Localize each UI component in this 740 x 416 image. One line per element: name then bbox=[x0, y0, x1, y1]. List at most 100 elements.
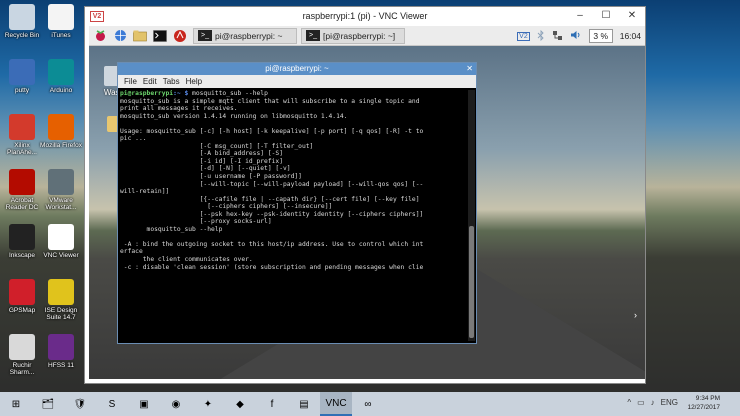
desktop-shortcut[interactable]: putty bbox=[1, 59, 43, 94]
cpu-usage-monitor: 3 % bbox=[588, 29, 613, 43]
start-button[interactable]: ⊞ bbox=[0, 392, 32, 416]
terminal-menu-bar: File Edit Tabs Help bbox=[118, 75, 476, 88]
prompt-directory: :~ $ bbox=[173, 90, 189, 97]
window-controls: – ☐ ✕ bbox=[567, 7, 645, 25]
menu-help[interactable]: Help bbox=[186, 77, 202, 86]
show-hidden-icons-icon[interactable]: ^ bbox=[627, 398, 631, 407]
terminal-line: [-C msg_count] [-T filter_out] bbox=[120, 142, 314, 150]
vnc-server-icon[interactable]: V2 bbox=[517, 31, 530, 41]
terminal-title: pi@raspberrypi: ~ bbox=[265, 64, 329, 73]
putty-taskbar-icon[interactable]: ▤ bbox=[288, 392, 320, 416]
terminal-taskbar-icon[interactable]: ▣ bbox=[128, 392, 160, 416]
terminal-line: [-d] [-N] [--quiet] [-v] bbox=[120, 165, 291, 173]
terminal-line: [--psk hex-key --psk-identity identity [… bbox=[120, 210, 424, 218]
desktop-shortcut[interactable]: Inkscape bbox=[1, 224, 43, 259]
desktop-shortcut[interactable]: ISE Design Suite 14.7 bbox=[40, 279, 82, 321]
skype-taskbar-icon[interactable]: S bbox=[96, 392, 128, 416]
desktop-shortcut-label: Xilinx PlanAhe... bbox=[7, 142, 37, 157]
terminal-line: [-A bind_address] [-S] bbox=[120, 150, 284, 158]
network-icon[interactable] bbox=[552, 30, 563, 43]
desktop-shortcut[interactable]: Recycle Bin bbox=[1, 4, 43, 39]
security-taskbar-icon[interactable]: 🛡 bbox=[64, 392, 96, 416]
firefox-taskbar-icon[interactable]: ◉ bbox=[160, 392, 192, 416]
acrobat-icon bbox=[9, 169, 35, 195]
clock-time: 9:34 PM bbox=[695, 395, 720, 402]
desktop-shortcut[interactable]: Xilinx PlanAhe... bbox=[1, 114, 43, 156]
desktop-shortcut[interactable]: Mozilla Firefox bbox=[40, 114, 82, 149]
menu-file[interactable]: File bbox=[124, 77, 137, 86]
terminal-line: [-i id] [-I id_prefix] bbox=[120, 157, 284, 165]
gpsmap-icon bbox=[9, 279, 35, 305]
desktop-shortcut-label: Recycle Bin bbox=[4, 32, 40, 39]
itunes-icon bbox=[48, 4, 74, 30]
windows-taskbar: ⊞ 🗂 🛡 S ▣ ◉ ✦ ◆ f ▤ VNC ∞ ^ ▭ ♪ ENG 9:34… bbox=[0, 392, 740, 416]
language-indicator[interactable]: ENG bbox=[661, 398, 678, 407]
terminal-line: mosquitto_sub --help bbox=[120, 225, 223, 233]
terminal-line: [--ciphers ciphers] [--insecure]] bbox=[120, 203, 333, 211]
flash-taskbar-icon[interactable]: f bbox=[256, 392, 288, 416]
vnc-viewer-icon bbox=[48, 224, 74, 250]
desktop-shortcut[interactable]: HFSS 11 bbox=[40, 334, 82, 369]
bluetooth-icon[interactable] bbox=[537, 29, 545, 43]
pi-clock: 16:04 bbox=[619, 31, 641, 41]
terminal-title-bar[interactable]: pi@raspberrypi: ~ ✕ bbox=[118, 63, 476, 75]
desktop-shortcut[interactable]: VNC Viewer bbox=[40, 224, 82, 259]
chevron-right-icon[interactable]: › bbox=[634, 310, 637, 320]
desktop-shortcut-label: Mozilla Firefox bbox=[40, 142, 82, 149]
terminal-line: mosquitto_sub version 1.4.14 running on … bbox=[120, 112, 348, 120]
desktop-shortcut[interactable]: GPSMap bbox=[1, 279, 43, 314]
terminal-output[interactable]: pi@raspberrypi:~ $ mosquitto_sub --help … bbox=[120, 90, 467, 341]
desktop-shortcut-label: Acrobat Reader DC bbox=[5, 197, 39, 212]
vnc-window-title: raspberrypi:1 (pi) - VNC Viewer bbox=[302, 11, 428, 21]
desktop-shortcut[interactable]: Arduino bbox=[40, 59, 82, 94]
file-manager-icon[interactable] bbox=[131, 28, 149, 44]
desktop-shortcut[interactable]: iTunes bbox=[40, 4, 82, 39]
arduino-taskbar-icon[interactable]: ∞ bbox=[352, 392, 384, 416]
desktop-shortcut[interactable]: Acrobat Reader DC bbox=[1, 169, 43, 211]
terminal-line: mosquitto_sub is a simple mqtt client th… bbox=[120, 97, 420, 105]
windows-clock[interactable]: 9:34 PM 12/27/2017 bbox=[687, 394, 720, 412]
pi-task-terminal-2[interactable]: >_ [pi@raspberrypi: ~] bbox=[301, 27, 405, 44]
folder-user-icon bbox=[9, 334, 35, 360]
vnc-taskbar-icon[interactable]: VNC bbox=[320, 392, 352, 416]
close-button[interactable]: ✕ bbox=[619, 7, 645, 25]
desktop-shortcut-label: Ruchir Sharm... bbox=[9, 362, 35, 377]
scrollbar-thumb[interactable] bbox=[469, 226, 474, 338]
terminal-line: [-u username [-P password]] bbox=[120, 173, 302, 181]
file-explorer-taskbar-icon[interactable]: 🗂 bbox=[32, 392, 64, 416]
terminal-scrollbar[interactable] bbox=[468, 90, 475, 341]
app-taskbar-icon[interactable]: ✦ bbox=[192, 392, 224, 416]
windows-desktop-icons: Recycle Bin iTunes putty Arduino Xilinx Plan… bbox=[0, 0, 84, 392]
terminal-close-icon[interactable]: ✕ bbox=[466, 63, 473, 75]
web-browser-icon[interactable] bbox=[111, 28, 129, 44]
vnc-title-bar[interactable]: V2 raspberrypi:1 (pi) - VNC Viewer – ☐ ✕ bbox=[85, 7, 645, 25]
xilinx-icon bbox=[9, 114, 35, 140]
terminal-line: erface bbox=[120, 248, 143, 256]
maximize-button[interactable]: ☐ bbox=[593, 7, 619, 25]
pi-task-terminal-1[interactable]: >_ pi@raspberrypi: ~ bbox=[193, 27, 297, 44]
hfss-icon bbox=[48, 334, 74, 360]
terminal-command: mosquitto_sub --help bbox=[188, 90, 268, 97]
putty-icon bbox=[9, 59, 35, 85]
terminal-line: -c : disable 'clean session' (store subs… bbox=[120, 263, 424, 271]
terminal-prompt: pi@raspberrypi:~ $ bbox=[120, 90, 188, 97]
recycle-bin-icon bbox=[9, 4, 35, 30]
menu-edit[interactable]: Edit bbox=[143, 77, 157, 86]
hfss-taskbar-icon[interactable]: ◆ bbox=[224, 392, 256, 416]
desktop-shortcut[interactable]: Ruchir Sharm... bbox=[1, 334, 43, 376]
desktop-shortcut[interactable]: VMware Workstat... bbox=[40, 169, 82, 211]
terminal-line: pic ... bbox=[120, 135, 147, 143]
pi-task-label: [pi@raspberrypi: ~] bbox=[323, 30, 396, 41]
terminal-launcher-icon[interactable] bbox=[151, 28, 169, 44]
math-kernel-icon[interactable] bbox=[171, 28, 189, 44]
speaker-icon[interactable]: ♪ bbox=[651, 398, 655, 407]
windows-system-tray: ^ ▭ ♪ ENG bbox=[621, 398, 678, 407]
terminal-window: pi@raspberrypi: ~ ✕ File Edit Tabs Help … bbox=[117, 62, 477, 344]
firefox-icon bbox=[48, 114, 74, 140]
volume-icon[interactable] bbox=[570, 30, 582, 42]
raspberry-menu-icon[interactable] bbox=[91, 28, 109, 44]
battery-icon[interactable]: ▭ bbox=[637, 398, 645, 407]
desktop-shortcut-label: Arduino bbox=[49, 87, 73, 94]
minimize-button[interactable]: – bbox=[567, 7, 593, 25]
menu-tabs[interactable]: Tabs bbox=[163, 77, 180, 86]
